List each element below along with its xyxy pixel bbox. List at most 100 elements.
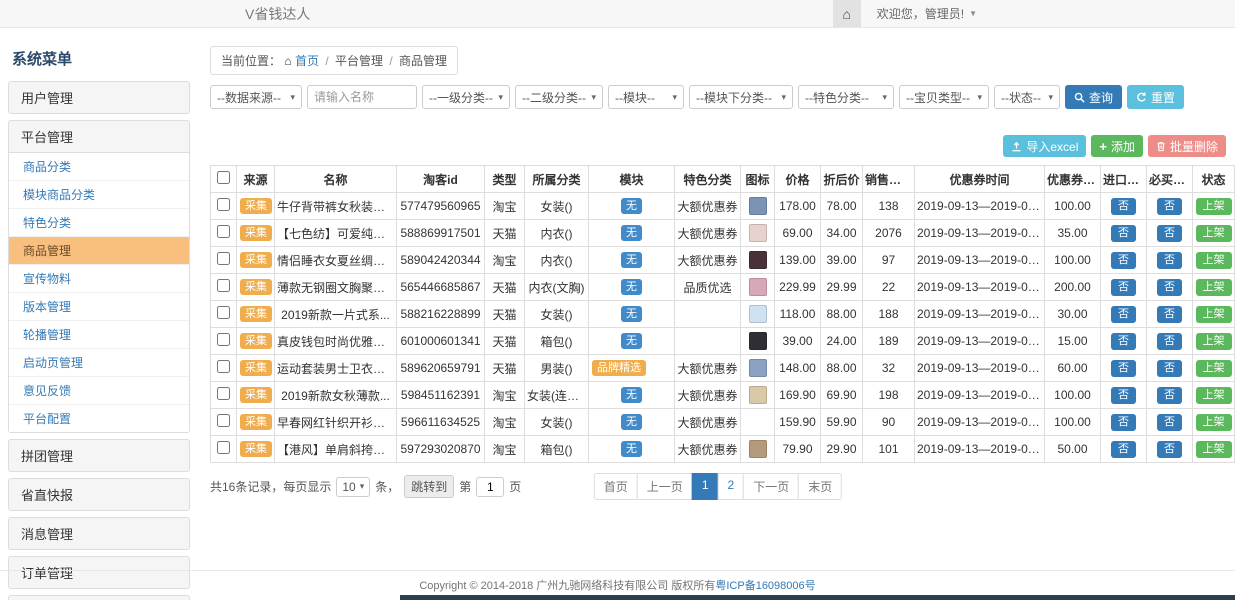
import-select-button[interactable]: 否 xyxy=(1111,279,1136,296)
must-buy-button[interactable]: 否 xyxy=(1157,279,1182,296)
page-button[interactable]: 末页 xyxy=(798,473,842,500)
filter-select[interactable]: --宝贝类型--▾ xyxy=(899,85,989,109)
column-header: 类型 xyxy=(485,166,525,193)
import-select-button[interactable]: 否 xyxy=(1111,198,1136,215)
module-cell: 无 xyxy=(589,193,675,220)
sidebar-item[interactable]: 平台管理 xyxy=(8,120,190,153)
filter-select[interactable]: --状态--▾ xyxy=(994,85,1060,109)
page-button[interactable]: 2 xyxy=(718,473,745,500)
sidebar-subitem[interactable]: 特色分类 xyxy=(9,209,189,237)
bulk-delete-button[interactable]: 批量删除 xyxy=(1148,135,1226,157)
add-button[interactable]: + 添加 xyxy=(1091,135,1143,157)
search-button[interactable]: 查询 xyxy=(1065,85,1122,109)
filter-select[interactable]: --二级分类--▾ xyxy=(515,85,603,109)
row-checkbox[interactable] xyxy=(217,252,230,265)
sidebar-subitem[interactable]: 轮播管理 xyxy=(9,321,189,349)
status-button[interactable]: 上架 xyxy=(1196,252,1232,269)
sidebar-item[interactable]: 兑换管理 xyxy=(8,595,190,600)
filter-select[interactable]: --模块下分类--▾ xyxy=(689,85,793,109)
page-button[interactable]: 首页 xyxy=(594,473,638,500)
reset-button[interactable]: 重置 xyxy=(1127,85,1184,109)
must-buy-button[interactable]: 否 xyxy=(1157,414,1182,431)
sidebar-subitem[interactable]: 宣传物料 xyxy=(9,265,189,293)
filter-select-value: --特色分类-- xyxy=(805,89,869,106)
per-page-select[interactable]: 10 ▾ xyxy=(336,477,370,497)
taoke-id: 601000601341 xyxy=(397,328,485,355)
must-buy-button[interactable]: 否 xyxy=(1157,306,1182,323)
import-select-button[interactable]: 否 xyxy=(1111,306,1136,323)
sidebar-item[interactable]: 用户管理 xyxy=(8,81,190,114)
sidebar-subitem[interactable]: 模块商品分类 xyxy=(9,181,189,209)
filter-select[interactable]: --数据来源--▾ xyxy=(210,85,302,109)
import-select-button[interactable]: 否 xyxy=(1111,387,1136,404)
home-button[interactable]: ⌂ xyxy=(833,0,861,27)
sidebar-subitem[interactable]: 商品分类 xyxy=(9,153,189,181)
row-checkbox[interactable] xyxy=(217,279,230,292)
product-thumbnail xyxy=(749,359,767,377)
breadcrumb-home-link[interactable]: 首页 xyxy=(295,54,319,68)
import-select-button[interactable]: 否 xyxy=(1111,360,1136,377)
icp-link[interactable]: 粤ICP备16098006号 xyxy=(715,580,815,592)
source-badge: 采集 xyxy=(240,306,272,322)
must-buy-button[interactable]: 否 xyxy=(1157,333,1182,350)
status-button[interactable]: 上架 xyxy=(1196,279,1232,296)
sidebar-subitem[interactable]: 启动页管理 xyxy=(9,349,189,377)
row-checkbox[interactable] xyxy=(217,387,230,400)
sidebar-item[interactable]: 省直快报 xyxy=(8,478,190,511)
row-checkbox[interactable] xyxy=(217,414,230,427)
row-checkbox[interactable] xyxy=(217,333,230,346)
module-cell: 无 xyxy=(589,301,675,328)
status-button[interactable]: 上架 xyxy=(1196,414,1232,431)
jump-button[interactable]: 跳转到 xyxy=(404,475,454,498)
sidebar-subitem[interactable]: 版本管理 xyxy=(9,293,189,321)
import-select-button[interactable]: 否 xyxy=(1111,441,1136,458)
filter-select[interactable]: --特色分类--▾ xyxy=(798,85,894,109)
taoke-id: 596611634525 xyxy=(397,409,485,436)
row-checkbox[interactable] xyxy=(217,441,230,454)
must-buy-button[interactable]: 否 xyxy=(1157,252,1182,269)
status-button[interactable]: 上架 xyxy=(1196,225,1232,242)
filter-select[interactable]: --模块--▾ xyxy=(608,85,684,109)
import-select-button[interactable]: 否 xyxy=(1111,225,1136,242)
column-header: 模块 xyxy=(589,166,675,193)
sidebar-subitem[interactable]: 商品管理 xyxy=(9,237,189,265)
import-select-button[interactable]: 否 xyxy=(1111,414,1136,431)
status-button[interactable]: 上架 xyxy=(1196,198,1232,215)
status-button[interactable]: 上架 xyxy=(1196,441,1232,458)
coupon-amount: 200.00 xyxy=(1045,274,1101,301)
select-all-checkbox[interactable] xyxy=(217,171,230,184)
sidebar-item[interactable]: 消息管理 xyxy=(8,517,190,550)
import-select-button[interactable]: 否 xyxy=(1111,252,1136,269)
status-button-cell: 上架 xyxy=(1193,409,1235,436)
row-checkbox[interactable] xyxy=(217,306,230,319)
sidebar-subitem[interactable]: 意见反馈 xyxy=(9,377,189,405)
page-button[interactable]: 下一页 xyxy=(743,473,799,500)
page-button[interactable]: 1 xyxy=(692,473,719,500)
row-checkbox[interactable] xyxy=(217,225,230,238)
filter-select[interactable]: --一级分类--▾ xyxy=(422,85,510,109)
status-button[interactable]: 上架 xyxy=(1196,333,1232,350)
coupon-time: 2019-09-13—2019-09-17 xyxy=(915,193,1045,220)
column-header: 图标 xyxy=(741,166,775,193)
row-checkbox[interactable] xyxy=(217,198,230,211)
name-search-input[interactable] xyxy=(307,85,417,109)
status-button[interactable]: 上架 xyxy=(1196,387,1232,404)
status-button[interactable]: 上架 xyxy=(1196,360,1232,377)
must-buy-button[interactable]: 否 xyxy=(1157,225,1182,242)
must-buy-button[interactable]: 否 xyxy=(1157,198,1182,215)
row-checkbox[interactable] xyxy=(217,360,230,373)
page-button[interactable]: 上一页 xyxy=(637,473,693,500)
import-excel-button[interactable]: 导入excel xyxy=(1003,135,1086,157)
breadcrumb: 当前位置： ⌂ 首页 / 平台管理 / 商品管理 xyxy=(210,46,458,75)
user-menu[interactable]: 欢迎您，管理员! ▼ xyxy=(877,5,977,22)
import-select-button[interactable]: 否 xyxy=(1111,333,1136,350)
source-cell: 采集 xyxy=(237,355,275,382)
must-buy-button[interactable]: 否 xyxy=(1157,441,1182,458)
jump-page-input[interactable] xyxy=(476,477,504,497)
sidebar-item[interactable]: 拼团管理 xyxy=(8,439,190,472)
must-buy-button[interactable]: 否 xyxy=(1157,387,1182,404)
must-buy-button[interactable]: 否 xyxy=(1157,360,1182,377)
sidebar: 系统菜单 用户管理平台管理商品分类模块商品分类特色分类商品管理宣传物料版本管理轮… xyxy=(8,36,190,600)
status-button[interactable]: 上架 xyxy=(1196,306,1232,323)
sidebar-subitem[interactable]: 平台配置 xyxy=(9,405,189,432)
